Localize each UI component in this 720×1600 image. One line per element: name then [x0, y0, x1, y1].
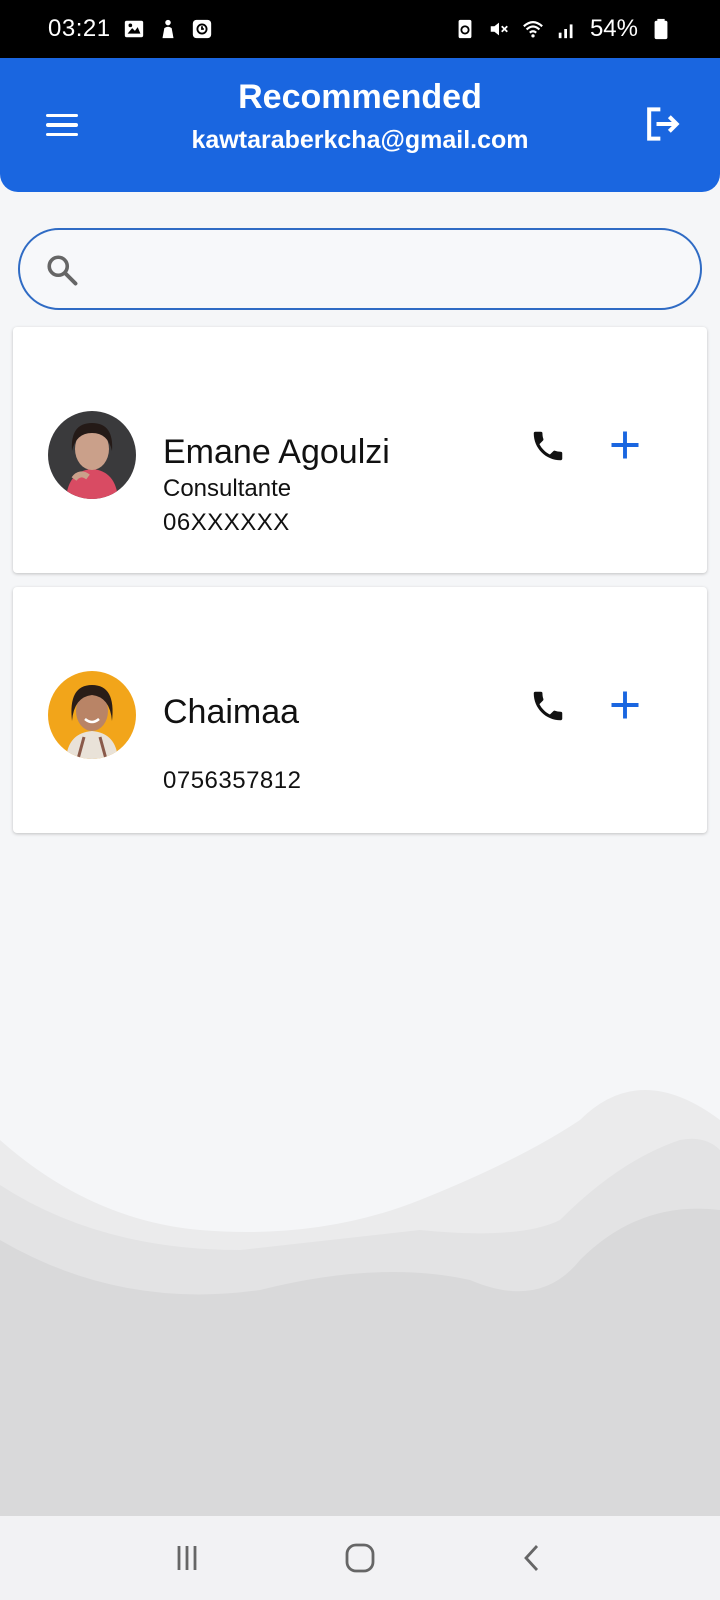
- mute-icon: [490, 22, 508, 36]
- logout-icon[interactable]: [640, 102, 684, 146]
- recycle-icon: [458, 19, 472, 39]
- status-left: 03:21: [48, 15, 213, 43]
- clock-app-icon: [192, 19, 211, 39]
- search-input[interactable]: [94, 246, 674, 294]
- phone-icon[interactable]: [529, 687, 567, 725]
- image-icon: [124, 20, 143, 38]
- contact-card[interactable]: Emane Agoulzi Consultante 06XXXXXX: [13, 327, 707, 573]
- status-bar: 03:21 54%: [0, 0, 720, 58]
- background-waves: [0, 1090, 720, 1516]
- system-nav-bar: [0, 1516, 720, 1600]
- add-icon[interactable]: [607, 427, 643, 463]
- status-time: 03:21: [48, 15, 111, 42]
- recents-button[interactable]: [157, 1528, 217, 1588]
- back-icon: [524, 1545, 539, 1571]
- app-bar: Recommended kawtaraberkcha@gmail.com: [0, 58, 720, 192]
- user-email: kawtaraberkcha@gmail.com: [191, 126, 529, 154]
- contact-phone: 06XXXXXX: [163, 509, 290, 536]
- home-button[interactable]: [330, 1528, 390, 1588]
- add-icon[interactable]: [607, 687, 643, 723]
- contact-name: Emane Agoulzi: [163, 433, 390, 471]
- signal-icon: [558, 24, 573, 39]
- status-right: 54%: [454, 15, 672, 43]
- battery-icon: [654, 18, 668, 40]
- avatar: [48, 411, 136, 499]
- wifi-icon: [523, 21, 543, 38]
- search-icon: [47, 255, 78, 286]
- home-icon: [345, 1543, 375, 1573]
- battery-percent: 54%: [589, 15, 638, 42]
- search-box[interactable]: [18, 228, 702, 310]
- back-button[interactable]: [503, 1528, 563, 1588]
- avatar: [48, 671, 136, 759]
- recents-icon: [177, 1546, 197, 1570]
- contact-card[interactable]: Chaimaa 0756357812: [13, 587, 707, 833]
- contact-phone: 0756357812: [163, 767, 302, 794]
- page-title: Recommended: [238, 78, 482, 116]
- person-icon: [162, 19, 174, 39]
- phone-icon[interactable]: [529, 427, 567, 465]
- contact-name: Chaimaa: [163, 693, 300, 731]
- contact-role: Consultante: [163, 475, 292, 502]
